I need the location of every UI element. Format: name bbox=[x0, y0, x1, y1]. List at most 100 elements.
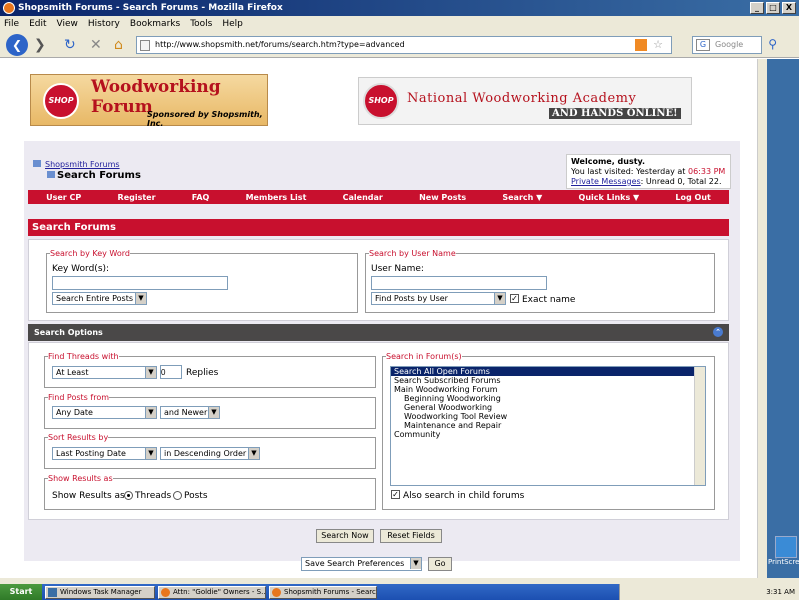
minimize-button[interactable]: _ bbox=[750, 2, 764, 14]
search-options-title: Search Options bbox=[34, 328, 103, 337]
taskbar-item-shopsmith[interactable]: Shopsmith Forums - Searc... bbox=[269, 585, 377, 599]
post-direction-value: and Newer bbox=[164, 408, 208, 417]
nav-new-posts[interactable]: New Posts bbox=[419, 193, 466, 202]
search-now-button[interactable]: Search Now bbox=[316, 529, 374, 543]
system-tray: 3:31 AM bbox=[619, 584, 799, 600]
maximize-button[interactable]: □ bbox=[766, 2, 780, 14]
forum-listbox[interactable]: Search All Open Forums Search Subscribed… bbox=[390, 366, 706, 486]
forum-option[interactable]: Beginning Woodworking bbox=[391, 394, 705, 403]
desktop-area bbox=[767, 59, 799, 578]
printscreen-label: PrintScre bbox=[768, 558, 799, 566]
posts-radio-label: Posts bbox=[184, 491, 208, 501]
search-options-header: Search Options ⌃ bbox=[28, 324, 729, 341]
threads-radio[interactable] bbox=[124, 491, 133, 500]
keyword-legend: Search by Key Word bbox=[50, 249, 130, 258]
stop-icon[interactable]: ✕ bbox=[90, 34, 102, 56]
google-icon[interactable]: G bbox=[696, 39, 710, 51]
forum-option[interactable]: Search All Open Forums bbox=[391, 367, 705, 376]
firefox-icon bbox=[272, 587, 281, 597]
home-icon[interactable]: ⌂ bbox=[114, 34, 123, 56]
menu-history[interactable]: History bbox=[88, 19, 120, 29]
back-icon[interactable]: ❮ bbox=[6, 34, 28, 56]
nav-calendar[interactable]: Calendar bbox=[343, 193, 383, 202]
exact-name-checkbox[interactable]: ✓ bbox=[510, 294, 519, 303]
sort-field-select[interactable]: Last Posting Date ▼ bbox=[52, 447, 157, 460]
forum-option[interactable]: Main Woodworking Forum bbox=[391, 385, 705, 394]
forum-option[interactable]: Woodworking Tool Review bbox=[391, 412, 705, 421]
forum-option[interactable]: Search Subscribed Forums bbox=[391, 376, 705, 385]
find-threads-legend: Find Threads with bbox=[48, 352, 119, 361]
sort-order-select[interactable]: in Descending Order ▼ bbox=[160, 447, 260, 460]
breadcrumb-parent-link[interactable]: Shopsmith Forums bbox=[45, 160, 120, 169]
last-visited-time: 06:33 PM bbox=[688, 167, 726, 176]
username-input[interactable] bbox=[371, 276, 547, 290]
star-icon[interactable]: ☆ bbox=[653, 37, 663, 53]
last-visited-label: You last visited: Yesterday at bbox=[571, 167, 686, 176]
keyword-label: Key Word(s): bbox=[52, 264, 110, 274]
username-mode-select[interactable]: Find Posts by User ▼ bbox=[371, 292, 506, 305]
menu-bookmarks[interactable]: Bookmarks bbox=[130, 19, 180, 29]
thread-mode-select[interactable]: At Least ▼ bbox=[52, 366, 157, 379]
menu-tools[interactable]: Tools bbox=[190, 19, 212, 29]
woodworking-forum-logo[interactable]: SHOP SMITH Woodworking Forum Sponsored b… bbox=[30, 74, 268, 137]
taskbar-item-task-manager[interactable]: Windows Task Manager bbox=[45, 585, 155, 599]
url-bar[interactable]: http://www.shopsmith.net/forums/search.h… bbox=[136, 36, 672, 54]
menu-edit[interactable]: Edit bbox=[29, 19, 46, 29]
clock[interactable]: 3:31 AM bbox=[766, 588, 795, 596]
private-messages-link[interactable]: Private Messages bbox=[571, 177, 641, 186]
chevron-down-icon: ▼ bbox=[410, 558, 421, 569]
taskbar-label: Attn: "Goldie" Owners - S... bbox=[173, 587, 266, 596]
post-date-select[interactable]: Any Date ▼ bbox=[52, 406, 157, 419]
username-label: User Name: bbox=[371, 264, 424, 274]
go-button[interactable]: Go bbox=[428, 557, 452, 571]
chevron-down-icon: ▼ bbox=[494, 293, 505, 304]
page-icon bbox=[140, 40, 150, 51]
folder-icon bbox=[33, 160, 41, 167]
forum-option[interactable]: General Woodworking bbox=[391, 403, 705, 412]
save-preferences-value: Save Search Preferences bbox=[305, 559, 405, 568]
keyword-scope-select[interactable]: Search Entire Posts ▼ bbox=[52, 292, 147, 305]
magnifier-icon[interactable]: ⚲ bbox=[768, 36, 777, 52]
nav-faq[interactable]: FAQ bbox=[192, 193, 210, 202]
banner-line2: AND HANDS ONLINE! bbox=[549, 108, 681, 119]
sort-field-value: Last Posting Date bbox=[56, 449, 126, 458]
academy-banner[interactable]: SHOP SMITH National Woodworking Academy … bbox=[358, 77, 692, 137]
posts-radio[interactable] bbox=[173, 491, 182, 500]
menu-bar: File Edit View History Bookmarks Tools H… bbox=[0, 16, 799, 32]
menu-help[interactable]: Help bbox=[222, 19, 243, 29]
nav-register[interactable]: Register bbox=[118, 193, 156, 202]
nav-log-out[interactable]: Log Out bbox=[675, 193, 710, 202]
nav-quick-links[interactable]: Quick Links ▼ bbox=[579, 193, 640, 202]
forum-option[interactable]: Maintenance and Repair bbox=[391, 421, 705, 430]
reset-fields-button[interactable]: Reset Fields bbox=[380, 529, 442, 543]
collapse-icon[interactable]: ⌃ bbox=[713, 327, 723, 337]
reload-icon[interactable]: ↻ bbox=[64, 34, 76, 56]
child-forums-label: Also search in child forums bbox=[403, 491, 525, 501]
menu-view[interactable]: View bbox=[57, 19, 78, 29]
logo-line1: Woodworking bbox=[91, 77, 221, 97]
listbox-scrollbar[interactable] bbox=[694, 367, 705, 485]
post-direction-select[interactable]: and Newer ▼ bbox=[160, 406, 220, 419]
nav-user-cp[interactable]: User CP bbox=[46, 193, 81, 202]
forward-icon[interactable]: ❯ bbox=[34, 34, 46, 56]
close-button[interactable]: X bbox=[782, 2, 796, 14]
page-scrollbar[interactable] bbox=[757, 59, 767, 578]
forum-option[interactable]: Community bbox=[391, 430, 705, 439]
thread-mode-value: At Least bbox=[56, 368, 89, 377]
menu-file[interactable]: File bbox=[4, 19, 19, 29]
save-preferences-select[interactable]: Save Search Preferences ▼ bbox=[301, 557, 422, 571]
nav-search[interactable]: Search ▼ bbox=[502, 193, 542, 202]
nav-members-list[interactable]: Members List bbox=[246, 193, 307, 202]
keyword-scope-value: Search Entire Posts bbox=[56, 294, 133, 303]
search-forums-header: Search Forums bbox=[28, 219, 729, 236]
taskbar-item-goldie[interactable]: Attn: "Goldie" Owners - S... bbox=[158, 585, 266, 599]
keyword-input[interactable] bbox=[52, 276, 228, 290]
start-button[interactable]: Start bbox=[0, 584, 42, 600]
taskbar-label: Windows Task Manager bbox=[60, 587, 142, 596]
printscreen-icon[interactable] bbox=[775, 536, 797, 558]
chevron-down-icon: ▼ bbox=[248, 448, 259, 459]
search-input[interactable]: G Google ⚲ bbox=[692, 36, 777, 54]
reply-count-input[interactable] bbox=[160, 365, 182, 379]
rss-icon[interactable] bbox=[635, 39, 647, 51]
child-forums-checkbox[interactable]: ✓ bbox=[391, 490, 400, 499]
